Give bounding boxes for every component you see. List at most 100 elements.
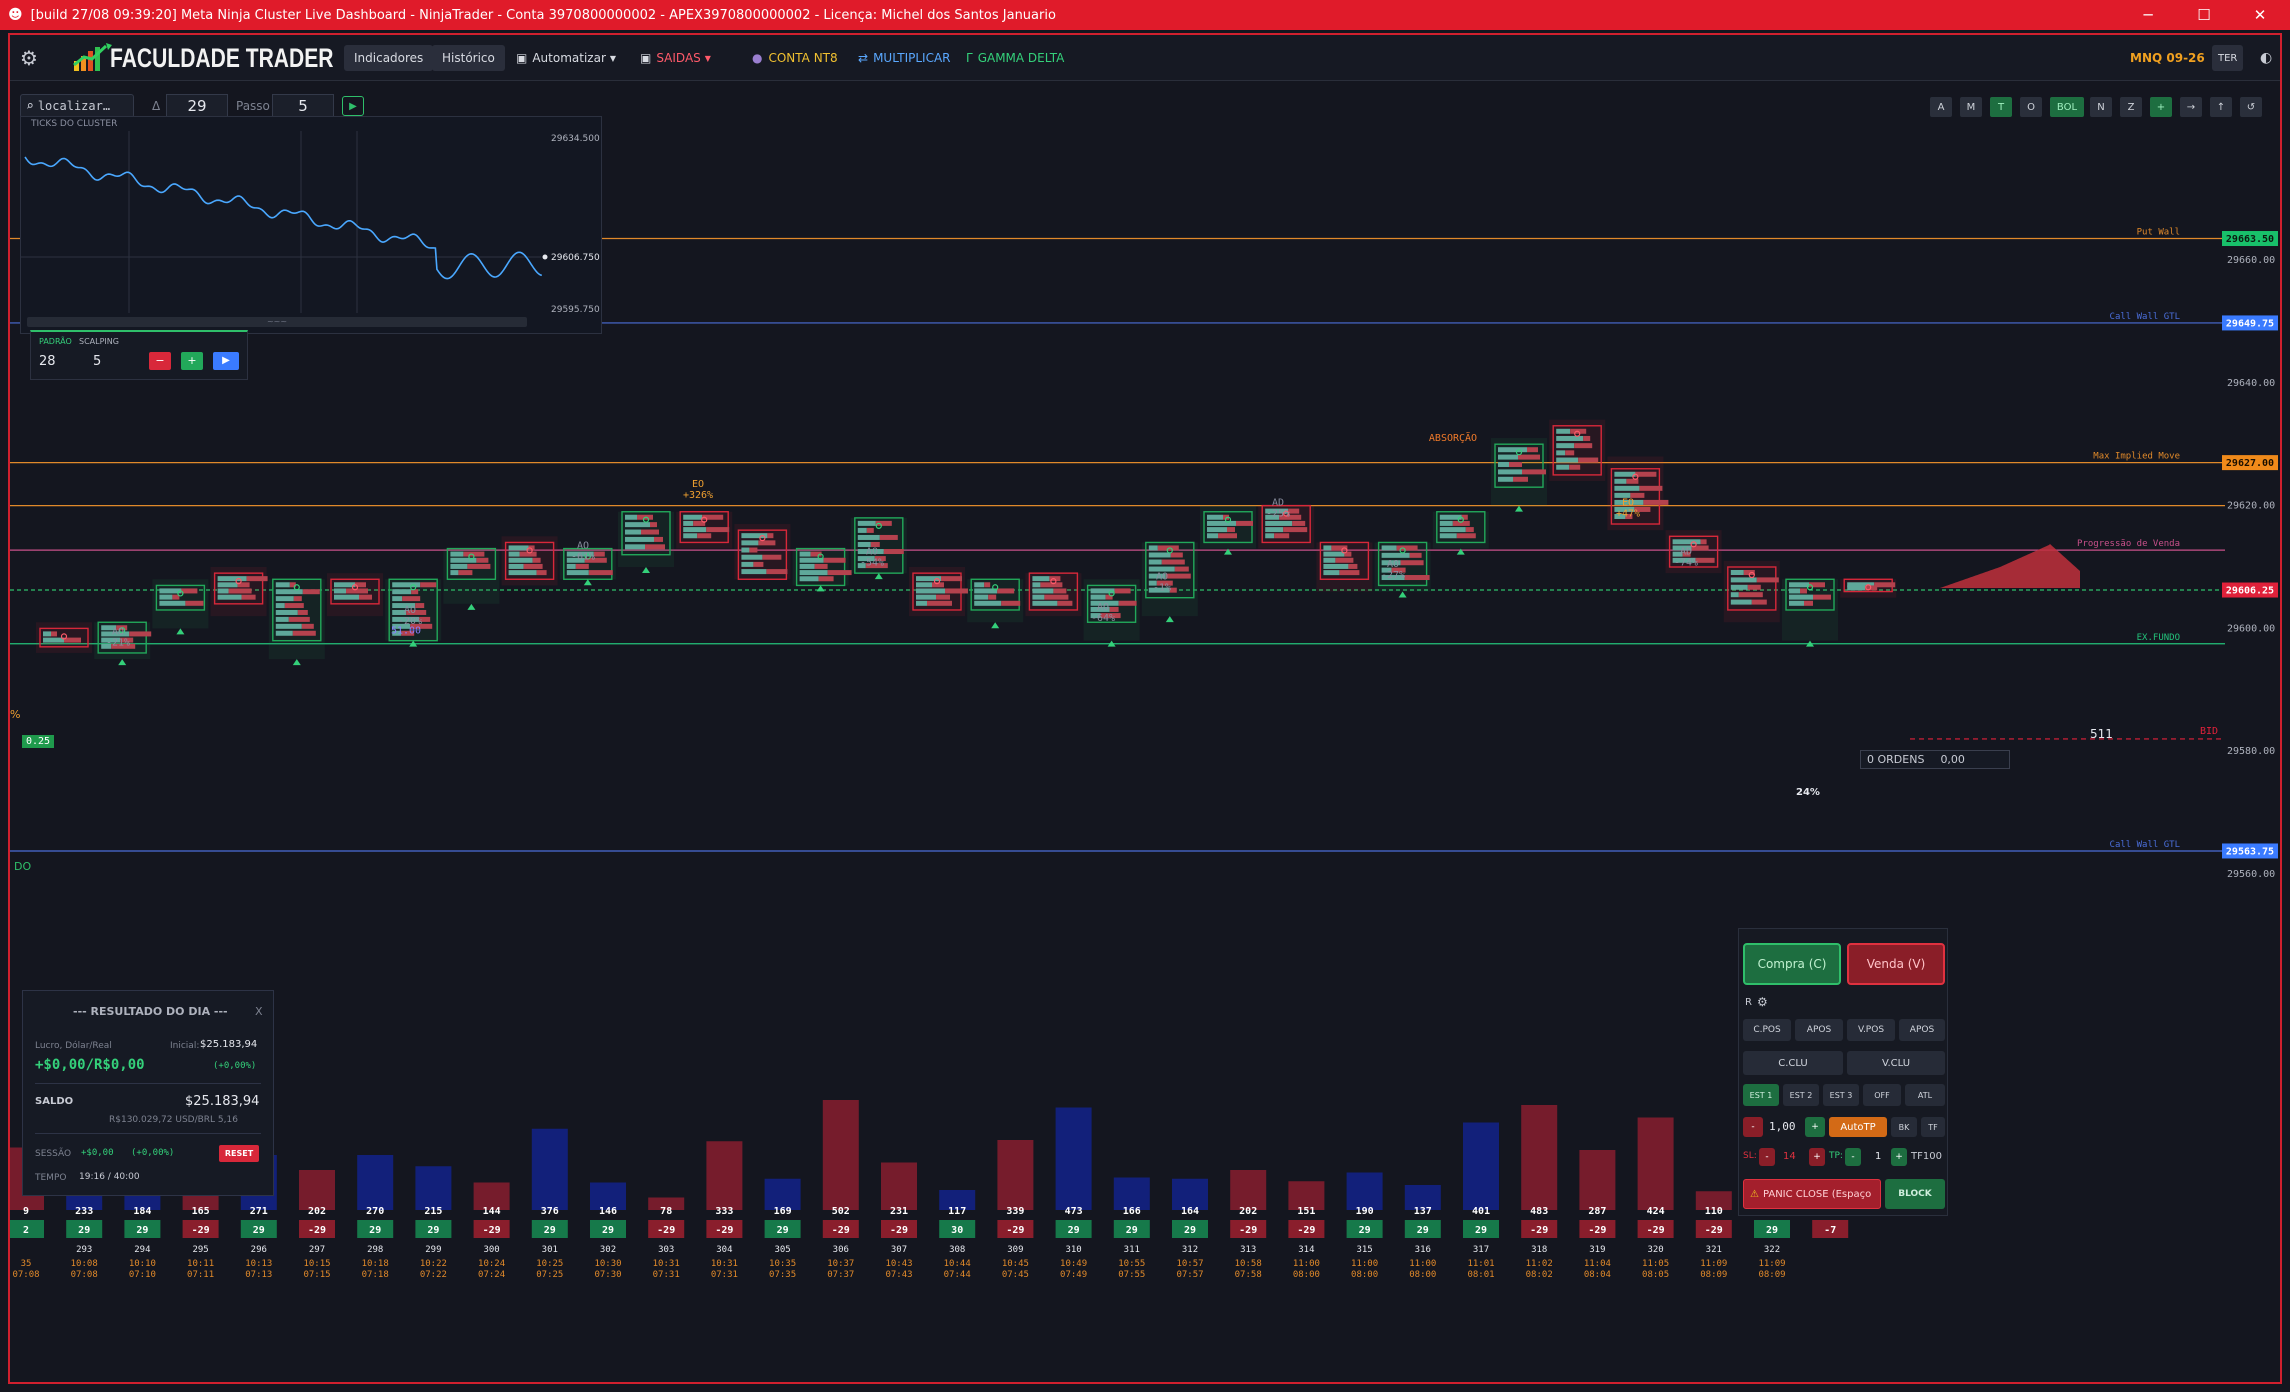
mini-scrollbar[interactable]: ~~~ bbox=[27, 317, 527, 327]
resultado-close-button[interactable]: X bbox=[255, 1005, 263, 1018]
cluster-cell-ask bbox=[766, 569, 788, 575]
preset-value-2[interactable]: 5 bbox=[93, 354, 101, 369]
cclu-button[interactable]: C.CLU bbox=[1743, 1051, 1843, 1075]
annotation-label: AO bbox=[112, 627, 124, 638]
bar-time-1: 10:24 bbox=[478, 1259, 505, 1269]
chart-tool-button-8[interactable]: → bbox=[2180, 97, 2202, 117]
play-button[interactable]: ▶ bbox=[342, 96, 364, 116]
chart-tool-button-4[interactable]: BOL bbox=[2050, 97, 2084, 117]
maximize-icon[interactable]: ☐ bbox=[2176, 0, 2232, 30]
cluster-cell-bid bbox=[217, 588, 229, 594]
cluster-cell-bid bbox=[916, 600, 927, 606]
saldo-label: SALDO bbox=[35, 1096, 74, 1107]
gear-icon[interactable]: ⚙ bbox=[20, 45, 38, 71]
cpos-button[interactable]: C.POS bbox=[1743, 1019, 1791, 1041]
volume-value: 376 bbox=[541, 1206, 559, 1217]
multiplicar-label: MULTIPLICAR bbox=[873, 51, 951, 65]
conta-nt8-button[interactable]: ● CONTA NT8 bbox=[752, 45, 838, 71]
tp-plus-button[interactable]: + bbox=[1891, 1148, 1907, 1166]
chart-tool-button-0[interactable]: A bbox=[1930, 97, 1952, 117]
cluster-cell-bid bbox=[1614, 485, 1640, 491]
preset-plus-button[interactable]: + bbox=[181, 352, 203, 370]
reset-button[interactable]: RESET bbox=[219, 1145, 259, 1162]
autotp-button[interactable]: AutoTP bbox=[1829, 1117, 1887, 1137]
chart-tool-button-5[interactable]: N bbox=[2090, 97, 2112, 117]
bar-time-1: 10:35 bbox=[769, 1259, 796, 1269]
off-button[interactable]: OFF bbox=[1863, 1084, 1901, 1106]
sl-minus-button[interactable]: - bbox=[1759, 1148, 1775, 1166]
scalping-tab[interactable]: SCALPING bbox=[79, 337, 119, 346]
automatizar-button[interactable]: ▣ Automatizar ▼ bbox=[516, 45, 616, 71]
est1-button[interactable]: EST 1 bbox=[1743, 1084, 1779, 1106]
qty-minus-button[interactable]: - bbox=[1743, 1117, 1763, 1137]
multiplicar-button[interactable]: ⇄ MULTIPLICAR bbox=[858, 45, 951, 71]
level-label: Progressão de Venda bbox=[2077, 539, 2180, 549]
minimize-icon[interactable]: ─ bbox=[2120, 0, 2176, 30]
atl-button[interactable]: ATL bbox=[1905, 1084, 1945, 1106]
bar-time-2: 07:10 bbox=[129, 1270, 156, 1280]
historico-button[interactable]: Histórico bbox=[432, 45, 505, 71]
tp-value[interactable]: 1 bbox=[1875, 1151, 1881, 1162]
est2-button[interactable]: EST 2 bbox=[1783, 1084, 1819, 1106]
preset-play-button[interactable]: ▶ bbox=[213, 352, 239, 370]
cluster-cell-ask bbox=[420, 582, 437, 588]
indicadores-button[interactable]: Indicadores bbox=[344, 45, 434, 71]
search-input[interactable]: localizar… bbox=[38, 99, 110, 113]
saidas-button[interactable]: ▣ SAIDAS ▼ bbox=[640, 45, 711, 71]
chart-tool-button-3[interactable]: O bbox=[2020, 97, 2042, 117]
cluster-cell-ask bbox=[1456, 533, 1476, 539]
chart-tool-button-10[interactable]: ↺ bbox=[2240, 97, 2262, 117]
delta-input[interactable]: 29 bbox=[166, 94, 228, 118]
cluster-cell-ask bbox=[1044, 594, 1069, 600]
venda-button[interactable]: Venda (V) bbox=[1847, 943, 1945, 985]
panic-close-button[interactable]: ⚠ PANIC CLOSE (Espaço bbox=[1743, 1179, 1881, 1209]
vpos-button[interactable]: V.POS bbox=[1847, 1019, 1895, 1041]
apos-button-2[interactable]: APOS bbox=[1899, 1019, 1945, 1041]
chart-tool-button-6[interactable]: Z bbox=[2120, 97, 2142, 117]
tempo-label: TEMPO bbox=[35, 1173, 67, 1183]
bar-number: 317 bbox=[1473, 1245, 1489, 1255]
vclu-button[interactable]: V.CLU bbox=[1847, 1051, 1945, 1075]
ter-button[interactable]: TER bbox=[2212, 45, 2244, 71]
settings-icon[interactable]: ⚙ bbox=[1757, 995, 1768, 1009]
cluster-cell-ask bbox=[814, 563, 828, 569]
compra-button[interactable]: Compra (C) bbox=[1743, 943, 1841, 985]
volume-value: 146 bbox=[599, 1206, 617, 1217]
passo-input[interactable]: 5 bbox=[272, 94, 334, 118]
cluster-cell-ask bbox=[1348, 563, 1358, 569]
theme-icon[interactable]: ◐ bbox=[2260, 45, 2272, 71]
tf100-label[interactable]: TF100 bbox=[1911, 1151, 1942, 1162]
block-button[interactable]: BLOCK bbox=[1885, 1179, 1945, 1209]
qty-plus-button[interactable]: + bbox=[1805, 1117, 1825, 1137]
preset-minus-button[interactable]: − bbox=[149, 352, 171, 370]
cluster-cell-ask bbox=[301, 623, 314, 629]
chart-tool-button-7[interactable]: + bbox=[2150, 97, 2172, 117]
est3-button[interactable]: EST 3 bbox=[1823, 1084, 1859, 1106]
apos-button-1[interactable]: APOS bbox=[1795, 1019, 1843, 1041]
cluster-cell-ask bbox=[697, 533, 712, 539]
qty-value[interactable]: 1,00 bbox=[1769, 1120, 1796, 1133]
search-box[interactable]: ⌕ localizar… bbox=[20, 94, 134, 118]
tf-button[interactable]: TF bbox=[1921, 1117, 1945, 1137]
padrao-tab[interactable]: PADRÃO bbox=[39, 337, 72, 346]
chart-tool-button-1[interactable]: M bbox=[1960, 97, 1982, 117]
chart-tool-button-2[interactable]: T bbox=[1990, 97, 2012, 117]
tick-line-chart bbox=[21, 131, 548, 313]
preset-value-1[interactable]: 28 bbox=[39, 354, 56, 369]
cluster-cell-ask bbox=[641, 529, 659, 535]
cluster-cell-bid bbox=[1498, 476, 1513, 482]
bar-time-1: 10:37 bbox=[827, 1259, 854, 1269]
close-icon[interactable]: ✕ bbox=[2232, 0, 2288, 30]
gamma-delta-button[interactable]: Γ GAMMA DELTA bbox=[966, 45, 1064, 71]
chart-tool-button-9[interactable]: ↑ bbox=[2210, 97, 2232, 117]
divider bbox=[35, 1133, 261, 1134]
toolbar: ⚙ FACULDADE TRADER Indicadores Histórico… bbox=[10, 35, 2280, 81]
cluster-cell-ask bbox=[402, 596, 421, 602]
instrument-label[interactable]: MNQ 09-26 bbox=[2130, 45, 2205, 71]
sl-value[interactable]: 14 bbox=[1783, 1151, 1796, 1162]
bk-button[interactable]: BK bbox=[1891, 1117, 1917, 1137]
cluster-cell-bid bbox=[159, 594, 173, 600]
tp-minus-button[interactable]: - bbox=[1845, 1148, 1861, 1166]
cluster-cell-bid bbox=[1090, 594, 1106, 600]
sl-plus-button[interactable]: + bbox=[1809, 1148, 1825, 1166]
